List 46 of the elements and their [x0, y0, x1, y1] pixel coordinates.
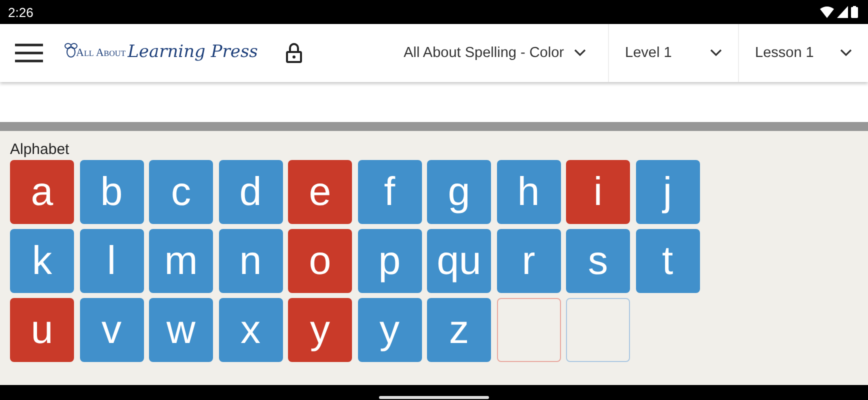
letter-tile[interactable]: d [218, 160, 282, 224]
letter-tile[interactable]: z [427, 298, 491, 362]
status-time: 2:26 [8, 4, 34, 20]
letter-tile[interactable]: h [496, 160, 560, 224]
wifi-icon [820, 6, 834, 18]
letter-tile[interactable]: x [218, 298, 282, 362]
letter-tile[interactable]: a [10, 160, 74, 224]
letter-tile[interactable]: k [10, 229, 74, 293]
logo-script-text: Learning Press [128, 42, 258, 64]
dropdown[interactable]: All About Spelling - Color [388, 24, 608, 82]
chevron-icon [840, 49, 852, 57]
letter-tile[interactable]: l [80, 229, 144, 293]
letter-tile[interactable]: e [288, 160, 352, 224]
logo-text: All About [76, 46, 126, 60]
letter-tile[interactable]: o [288, 229, 352, 293]
signal-icon [837, 6, 848, 18]
dropdown[interactable]: Level 1 [608, 24, 738, 82]
menu-button[interactable] [14, 42, 44, 64]
letter-tile[interactable]: t [636, 229, 700, 293]
letter-tile[interactable]: c [149, 160, 213, 224]
letter-tile[interactable]: w [149, 298, 213, 362]
letter-tile[interactable]: n [218, 229, 282, 293]
empty-tile[interactable] [496, 298, 560, 362]
chevron-icon [574, 49, 586, 57]
letter-tile[interactable]: qu [427, 229, 491, 293]
home-handle[interactable] [379, 396, 489, 399]
chevron-icon [710, 49, 722, 57]
letter-tile[interactable]: u [10, 298, 74, 362]
letter-tile[interactable]: y [288, 298, 352, 362]
letter-tile[interactable]: r [496, 229, 560, 293]
battery-icon [851, 6, 858, 18]
letter-tile[interactable]: i [566, 160, 630, 224]
letter-tile[interactable]: m [149, 229, 213, 293]
letter-tile[interactable]: j [636, 160, 700, 224]
letter-tile[interactable]: p [358, 229, 422, 293]
dropdown[interactable]: Lesson 1 [738, 24, 868, 82]
letter-tile[interactable]: b [80, 160, 144, 224]
letter-tile[interactable]: y [358, 298, 422, 362]
letter-tile[interactable]: s [566, 229, 630, 293]
lock-icon[interactable] [286, 43, 302, 63]
letter-tile[interactable]: f [358, 160, 422, 224]
empty-tile[interactable] [566, 298, 630, 362]
letter-tile[interactable]: g [427, 160, 491, 224]
section-title: Alphabet [10, 141, 70, 158]
letter-tile[interactable]: v [80, 298, 144, 362]
bee-icon [64, 42, 78, 58]
